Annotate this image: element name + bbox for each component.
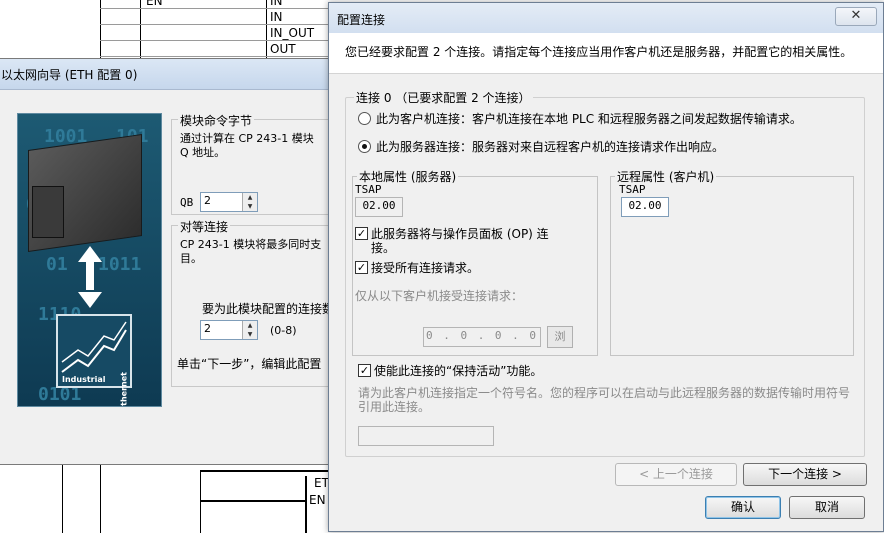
industrial-label: Industrial: [62, 375, 106, 384]
local-tsap-label: TSAP: [355, 183, 382, 196]
client-connection-label[interactable]: 此为客户机连接：客户机连接在本地 PLC 和远程服务器之间发起数据传输请求。: [376, 110, 802, 127]
remote-tsap-value: 02.00: [628, 199, 662, 212]
browse-ip-button[interactable]: 浏: [547, 326, 573, 348]
qb-value: 2: [204, 194, 211, 207]
spin-down-icon[interactable]: ▼: [243, 202, 257, 211]
bg-cell: OUT: [270, 42, 296, 56]
command-byte-group-title: 模块命令字节: [178, 112, 255, 129]
wizard-illustration: 1001 101 0 01 1011 1110 0101 Industrial …: [17, 113, 162, 407]
connection-0-group-title: 连接 0 （已要求配置 2 个连接）: [354, 89, 533, 106]
only-from-label: 仅从以下客户机接受连接请求：: [355, 289, 524, 303]
client-ip-field[interactable]: 0 . 0 . 0 . 0: [423, 327, 541, 347]
browse-label: 浏: [554, 330, 566, 343]
client-ip-value: 0 . 0 . 0 . 0: [425, 329, 539, 342]
next-connection-button[interactable]: 下一个连接 >: [743, 463, 867, 486]
connection-count-label: 要为此模块配置的连接数: [202, 302, 335, 316]
connection-count-range: (0-8): [270, 324, 297, 337]
command-byte-group: 模块命令字节 通过计算在 CP 243-1 模块 Q 地址。 QB 2 ▲ ▼: [171, 112, 353, 215]
binary-text: 1011: [98, 254, 142, 275]
client-connection-radio[interactable]: [358, 112, 371, 125]
local-tsap-field[interactable]: 02.00: [355, 197, 403, 217]
keepalive-checkbox[interactable]: ✓: [358, 364, 371, 377]
previous-connection-button[interactable]: < 上一个连接: [615, 463, 737, 486]
command-byte-text: Q 地址。: [180, 146, 226, 159]
bg-cell: IN: [270, 0, 283, 8]
arrow-down-icon: [78, 292, 102, 308]
remote-tsap-label: TSAP: [619, 183, 646, 196]
ethernet-label: Ethernet: [119, 372, 128, 407]
ethernet-wizard-window: 以太网向导 (ETH 配置 0) 1001 101 0 01 1011 1110…: [0, 58, 353, 465]
cancel-label: 取消: [814, 500, 839, 514]
accept-all-label[interactable]: 接受所有连接请求。: [371, 259, 479, 276]
symbol-hint-text: 请为此客户机连接指定一个符号名。您的程序可以在启动与此远程服务器的数据传输时用符…: [358, 386, 851, 400]
wizard-title: 以太网向导 (ETH 配置 0): [1, 68, 138, 82]
spin-up-icon[interactable]: ▲: [243, 193, 257, 202]
qb-label: QB: [180, 196, 194, 209]
configure-connections-dialog: 配置连接 ✕ 您已经要求配置 2 个连接。请指定每个连接应当用作客户机还是服务器…: [328, 2, 884, 532]
bg-cell: IN: [270, 10, 283, 24]
remote-tsap-field[interactable]: 02.00: [621, 197, 669, 217]
arrow-shaft: [86, 260, 94, 290]
industrial-ethernet-logo: Industrial Ethernet: [56, 314, 132, 406]
local-tsap-value: 02.00: [362, 199, 396, 212]
accept-all-checkbox[interactable]: ✓: [355, 261, 368, 274]
dialog-titlebar[interactable]: 配置连接 ✕: [329, 3, 883, 33]
server-connection-radio[interactable]: [358, 140, 371, 153]
spin-down-icon[interactable]: ▼: [243, 330, 257, 339]
remote-properties-group: 远程属性 (客户机) TSAP 02.00: [610, 168, 854, 356]
bg-cell: ET: [314, 476, 329, 490]
intro-text: 您已经要求配置 2 个连接。请指定每个连接应当用作客户机还是服务器，并配置它的相…: [345, 45, 853, 59]
previous-connection-label: < 上一个连接: [639, 467, 713, 481]
connection-count-value: 2: [204, 322, 211, 335]
peer-connection-text: 目。: [180, 252, 202, 265]
bg-cell: IN_OUT: [270, 26, 315, 40]
server-connection-label[interactable]: 此为服务器连接：服务器对来自远程客户机的连接请求作出响应。: [376, 138, 724, 155]
connection-count-spinner[interactable]: 2 ▲ ▼: [200, 320, 258, 340]
op-connection-label[interactable]: 此服务器将与操作员面板 (OP) 连: [371, 225, 549, 242]
op-connection-checkbox[interactable]: ✓: [355, 227, 368, 240]
ok-button[interactable]: 确认: [705, 496, 781, 519]
peer-connection-group-title: 对等连接: [178, 218, 231, 235]
local-properties-group: 本地属性 (服务器) TSAP 02.00 ✓ 此服务器将与操作员面板 (OP)…: [352, 168, 598, 356]
binary-text: 01: [46, 254, 68, 275]
ok-label: 确认: [730, 500, 755, 514]
dialog-title: 配置连接: [337, 13, 386, 27]
arrow-up-icon: [78, 246, 102, 262]
spin-up-icon[interactable]: ▲: [243, 321, 257, 330]
op-connection-label-cont: 接。: [371, 241, 396, 255]
bg-cell: EN: [146, 0, 163, 8]
next-step-hint: 单击“下一步”，编辑此配置: [177, 357, 322, 371]
cancel-button[interactable]: 取消: [789, 496, 865, 519]
connection-0-group: 连接 0 （已要求配置 2 个连接） 此为客户机连接：客户机连接在本地 PLC …: [345, 89, 865, 457]
next-connection-label: 下一个连接 >: [768, 467, 842, 481]
wizard-titlebar[interactable]: 以太网向导 (ETH 配置 0): [0, 59, 339, 90]
symbol-hint-text-cont: 引用此连接。: [358, 400, 431, 414]
close-button[interactable]: ✕: [835, 7, 877, 26]
bg-cell: EN: [309, 493, 326, 507]
intro-panel: 您已经要求配置 2 个连接。请指定每个连接应当用作客户机还是服务器，并配置它的相…: [329, 33, 883, 74]
wizard-client-area: 1001 101 0 01 1011 1110 0101 Industrial …: [15, 111, 353, 451]
keepalive-label[interactable]: 使能此连接的“保持活动”功能。: [374, 362, 542, 379]
close-icon: ✕: [850, 8, 862, 23]
qb-spinner[interactable]: 2 ▲ ▼: [200, 192, 258, 212]
symbol-name-field[interactable]: [358, 426, 494, 446]
plc-front-panel: [32, 186, 64, 238]
